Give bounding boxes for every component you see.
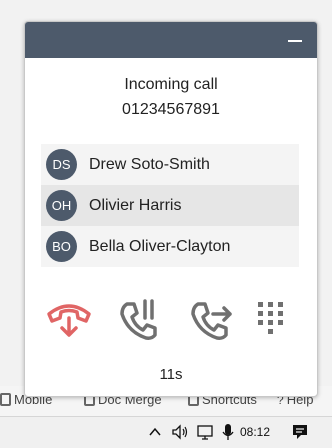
- phone-hold-icon: [120, 299, 157, 340]
- avatar: BO: [46, 231, 77, 262]
- caller-number: 01234567891: [122, 101, 220, 118]
- mobile-icon: [0, 393, 11, 406]
- keypad-icon: [258, 302, 283, 334]
- avatar: OH: [46, 190, 77, 221]
- microphone-icon[interactable]: [220, 422, 236, 442]
- contact-list: DS Drew Soto-Smith OH Olivier Harris BO …: [41, 144, 299, 267]
- contact-row[interactable]: OH Olivier Harris: [41, 185, 299, 226]
- call-actions: [25, 294, 317, 350]
- hang-up-button[interactable]: [44, 294, 94, 344]
- network-icon[interactable]: [196, 422, 216, 442]
- taskbar: 08:12: [0, 416, 332, 448]
- contact-row[interactable]: DS Drew Soto-Smith: [41, 144, 299, 185]
- minimize-button[interactable]: [287, 32, 303, 48]
- hold-button[interactable]: [114, 294, 164, 344]
- call-title: Incoming call: [124, 76, 218, 93]
- speaker-icon[interactable]: [170, 422, 190, 442]
- contact-name: Drew Soto-Smith: [89, 155, 210, 173]
- taskbar-clock[interactable]: 08:12: [240, 425, 270, 439]
- notification-icon[interactable]: [290, 422, 310, 442]
- hang-up-icon: [47, 304, 91, 337]
- transfer-button[interactable]: [185, 294, 235, 344]
- popup-header: [25, 22, 317, 58]
- incoming-call-popup: Incoming call 01234567891 DS Drew Soto-S…: [24, 21, 318, 397]
- contact-row[interactable]: BO Bella Oliver-Clayton: [41, 226, 299, 267]
- contact-name: Olivier Harris: [89, 196, 182, 214]
- contact-name: Bella Oliver-Clayton: [89, 237, 231, 255]
- call-timer: 11s: [159, 366, 183, 383]
- chevron-up-icon[interactable]: [148, 422, 162, 442]
- keypad-button[interactable]: [248, 294, 298, 344]
- avatar: DS: [46, 149, 77, 180]
- phone-transfer-icon: [191, 302, 232, 340]
